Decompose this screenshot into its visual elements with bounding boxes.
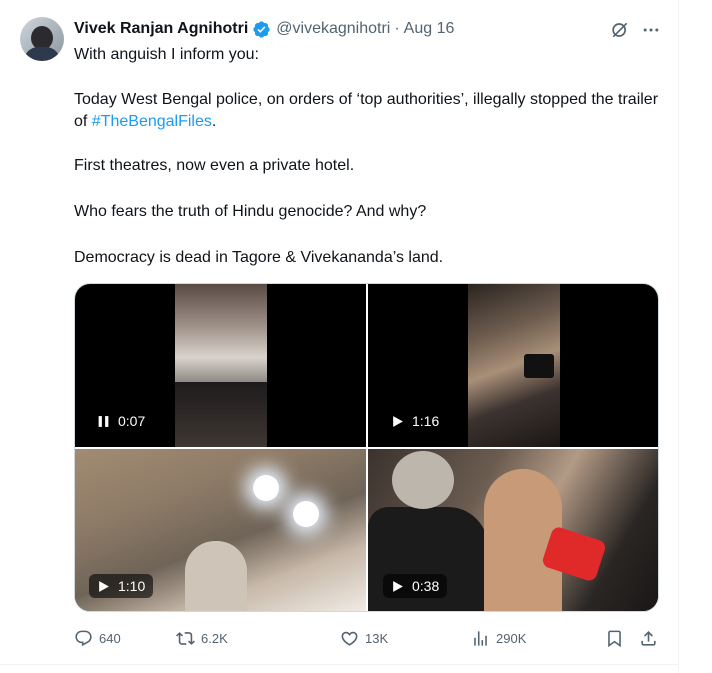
tweet-bottom-divider <box>0 664 679 665</box>
share-button[interactable] <box>639 626 658 650</box>
video-duration: 0:38 <box>412 578 440 594</box>
pause-icon <box>98 415 109 427</box>
repost-icon <box>176 631 195 645</box>
bookmark-icon <box>608 630 621 647</box>
tweet-text-span: . <box>211 113 217 130</box>
bookmark-button[interactable] <box>605 626 624 650</box>
video-duration: 0:07 <box>118 413 146 429</box>
video-frame-camera <box>524 354 554 378</box>
views-button[interactable]: 290K <box>471 626 526 650</box>
tweet-actions: 640 6.2K 13K 290K <box>74 626 662 650</box>
more-options-icon[interactable] <box>641 20 661 40</box>
repost-count: 6.2K <box>201 630 228 646</box>
like-button[interactable]: 13K <box>340 626 388 650</box>
tweet-paragraph: Who fears the truth of Hindu genocide? A… <box>74 203 427 220</box>
tweet-header: Vivek Ranjan Agnihotri @vivekagnihotri ·… <box>74 17 454 41</box>
video-frame-person <box>185 541 247 611</box>
tweet-paragraph: Today West Bengal police, on orders of ‘… <box>74 89 659 133</box>
video-duration-badge[interactable]: 1:10 <box>89 574 154 598</box>
video-duration: 1:10 <box>118 578 146 594</box>
video-frame-light <box>253 475 279 501</box>
avatar-body <box>24 47 60 61</box>
video-frame <box>175 284 267 447</box>
verified-badge-icon[interactable] <box>252 20 271 39</box>
video-frame-light <box>293 501 319 527</box>
tweet-paragraph: With anguish I inform you: <box>74 46 259 63</box>
video-duration: 1:16 <box>412 413 440 429</box>
hashtag-link[interactable]: #TheBengalFiles <box>92 113 212 130</box>
video-duration-badge[interactable]: 0:38 <box>383 574 448 598</box>
views-icon <box>474 630 487 646</box>
video-frame-head <box>392 451 454 509</box>
reply-button[interactable]: 640 <box>74 626 121 650</box>
play-icon <box>99 580 109 592</box>
heart-icon <box>341 631 358 646</box>
header-separator: · <box>394 20 400 37</box>
media-grid: 0:07 1:16 1:10 0:38 <box>74 283 659 612</box>
play-icon <box>393 415 403 427</box>
view-count: 290K <box>496 630 527 646</box>
like-count: 13K <box>365 630 389 646</box>
author-name[interactable]: Vivek Ranjan Agnihotri <box>74 20 248 38</box>
grok-icon[interactable] <box>610 20 630 40</box>
share-icon <box>641 630 656 646</box>
reply-count: 640 <box>99 630 121 646</box>
play-icon <box>393 580 403 592</box>
tweet-paragraph: First theatres, now even a private hotel… <box>74 157 355 174</box>
reply-icon <box>75 630 92 646</box>
video-duration-badge[interactable]: 0:07 <box>89 409 154 433</box>
video-frame <box>468 284 560 447</box>
tweet-paragraph: Democracy is dead in Tagore & Vivekanand… <box>74 249 444 266</box>
repost-button[interactable]: 6.2K <box>176 626 228 650</box>
video-frame-crowd <box>175 382 267 447</box>
author-handle[interactable]: @vivekagnihotri <box>276 20 390 38</box>
timeline-right-border <box>678 0 679 673</box>
video-duration-badge[interactable]: 1:16 <box>383 409 448 433</box>
tweet-date[interactable]: Aug 16 <box>404 20 455 38</box>
avatar[interactable] <box>20 17 64 61</box>
